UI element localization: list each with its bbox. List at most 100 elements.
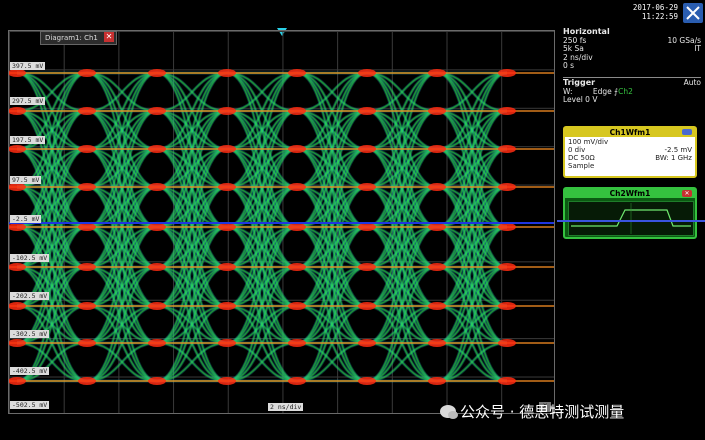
- footer-watermark: 公众号 · 德思特测试测量: [440, 401, 624, 422]
- trigger-panel[interactable]: Trigger Auto W: Edge ⨍Ch2 Level 0 V: [563, 78, 701, 105]
- eye-crossing: [288, 263, 306, 271]
- eye-crossing: [148, 145, 166, 153]
- eye-crossing: [78, 107, 96, 115]
- eye-crossing: [218, 69, 236, 77]
- eye-crossing: [218, 183, 236, 191]
- eye-crossing: [358, 339, 376, 347]
- eye-crossing: [428, 339, 446, 347]
- eye-crossing: [288, 377, 306, 385]
- y-axis-label: -502.5 mV: [10, 401, 50, 409]
- eye-crossing: [428, 107, 446, 115]
- eye-crossing: [288, 183, 306, 191]
- eye-crossing: [498, 107, 516, 115]
- eye-crossing: [428, 263, 446, 271]
- eye-crossing: [288, 69, 306, 77]
- y-axis-label: 297.5 mV: [10, 97, 46, 105]
- ch1-title: Ch1Wfm1: [565, 128, 695, 137]
- eye-crossing: [498, 223, 516, 231]
- eye-crossing: [218, 145, 236, 153]
- y-axis-label: -402.5 mV: [10, 367, 50, 375]
- eye-crossing: [218, 302, 236, 310]
- date-text: 2017-06-29: [632, 3, 678, 12]
- eye-crossing: [78, 223, 96, 231]
- eye-crossing: [148, 69, 166, 77]
- y-axis-label: -202.5 mV: [10, 292, 50, 300]
- y-axis-label: -2.5 mV: [10, 215, 42, 223]
- eye-crossing: [428, 69, 446, 77]
- eye-crossing: [148, 377, 166, 385]
- eye-crossing: [288, 339, 306, 347]
- close-icon[interactable]: ✕: [682, 190, 692, 197]
- eye-crossing: [428, 377, 446, 385]
- eye-crossing: [358, 302, 376, 310]
- eye-crossing: [78, 145, 96, 153]
- eye-crossing: [78, 183, 96, 191]
- close-icon[interactable]: ✕: [104, 32, 114, 42]
- eye-crossing: [358, 223, 376, 231]
- eye-crossing: [498, 69, 516, 77]
- eye-crossing: [148, 302, 166, 310]
- ch1-level-marker: [557, 220, 705, 222]
- eye-crossing: [358, 145, 376, 153]
- eye-crossing: [428, 183, 446, 191]
- eye-crossing: [288, 302, 306, 310]
- eye-crossing: [428, 223, 446, 231]
- footer-text: 公众号 · 德思特测试测量: [460, 403, 625, 421]
- y-axis-label: -302.5 mV: [10, 330, 50, 338]
- ch1-waveform-box[interactable]: Ch1Wfm1 100 mV/div 0 div -2.5 mV DC 50Ω BW…: [563, 126, 697, 178]
- time-text: 11:22:59: [641, 12, 678, 21]
- ch1-vscale: 100 mV/div: [568, 138, 609, 146]
- eye-crossing: [498, 263, 516, 271]
- eye-crossing: [498, 339, 516, 347]
- eye-crossing: [148, 223, 166, 231]
- eye-crossing: [498, 183, 516, 191]
- eye-crossing: [498, 377, 516, 385]
- y-axis-label: 397.5 mV: [10, 62, 46, 70]
- eye-traces: [9, 69, 554, 385]
- acq-indicator: IT: [694, 44, 701, 53]
- eye-crossing: [148, 107, 166, 115]
- ch2-title: Ch2Wfm1: [565, 189, 695, 198]
- clock: 2017-06-29 11:22:59: [622, 3, 678, 21]
- ch1-offset: -2.5 mV: [664, 146, 693, 154]
- top-bar: [0, 0, 705, 27]
- eye-crossing: [218, 263, 236, 271]
- eye-crossing: [218, 223, 236, 231]
- eye-crossing: [358, 263, 376, 271]
- eye-crossing: [218, 339, 236, 347]
- x-scale-label: 2 ns/div: [268, 403, 304, 411]
- eye-crossing: [148, 183, 166, 191]
- minimize-icon[interactable]: [682, 129, 692, 135]
- eye-crossing: [358, 107, 376, 115]
- eye-crossing: [428, 302, 446, 310]
- ch1-coupling: DC 50Ω: [568, 154, 595, 162]
- eye-crossing: [78, 69, 96, 77]
- eye-crossing: [218, 107, 236, 115]
- y-axis-label: 197.5 mV: [10, 136, 46, 144]
- wechat-icon: [440, 405, 458, 419]
- eye-crossing: [288, 107, 306, 115]
- horizontal-position: 0 s: [563, 61, 575, 70]
- eye-crossing: [358, 377, 376, 385]
- eye-crossing: [498, 145, 516, 153]
- eye-crossing: [428, 145, 446, 153]
- horizontal-panel[interactable]: Horizontal 250 fs 10 GSa/s 5k Sa IT 2 ns/d…: [563, 27, 701, 71]
- rs-logo-icon: [683, 3, 703, 23]
- ch1-position: 0 div: [568, 146, 586, 154]
- ch2-waveform-box[interactable]: Ch2Wfm1 ✕: [563, 187, 697, 239]
- waveform-diagram[interactable]: [8, 30, 555, 414]
- ch1-acq-mode: Sample: [568, 162, 595, 170]
- eye-crossing: [218, 377, 236, 385]
- trigger-level: Level 0 V: [563, 95, 598, 104]
- trigger-mode: Auto: [683, 78, 701, 87]
- eye-crossing: [498, 302, 516, 310]
- eye-crossing: [78, 377, 96, 385]
- ch1-bandwidth: BW: 1 GHz: [655, 154, 692, 162]
- trigger-channel: Ch2: [618, 86, 633, 96]
- y-axis-label: 97.5 mV: [10, 176, 42, 184]
- eye-crossing: [78, 263, 96, 271]
- eye-crossing: [78, 339, 96, 347]
- ch2-thumbnail: [568, 201, 694, 236]
- eye-crossing: [148, 339, 166, 347]
- eye-crossing: [358, 183, 376, 191]
